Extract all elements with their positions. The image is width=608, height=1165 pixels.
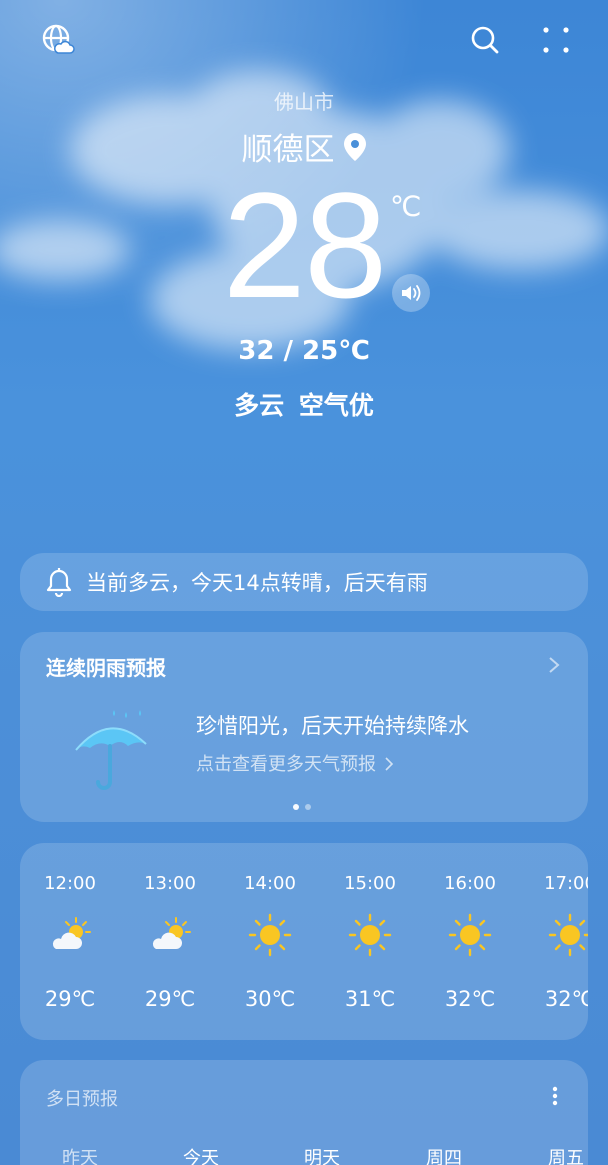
chevron-right-icon[interactable] bbox=[548, 656, 560, 674]
hour-time: 17:00 bbox=[544, 873, 588, 894]
hour-temp: 31℃ bbox=[344, 987, 396, 1011]
hour-temp: 29℃ bbox=[144, 987, 196, 1011]
hour-temp: 32℃ bbox=[444, 987, 496, 1011]
location-pin-icon bbox=[343, 132, 366, 161]
current-temperature: 28 bbox=[222, 161, 388, 329]
speaker-icon[interactable] bbox=[392, 274, 430, 312]
weather-condition: 多云 bbox=[234, 391, 285, 420]
daily-forecast-title: 多日预报 bbox=[46, 1089, 118, 1110]
day-label: 今天 bbox=[183, 1148, 219, 1165]
air-quality[interactable]: 空气优 bbox=[299, 391, 374, 420]
sun-icon bbox=[348, 913, 392, 957]
bell-icon bbox=[46, 568, 72, 597]
hour-time: 14:00 bbox=[244, 873, 296, 894]
hour-time: 15:00 bbox=[344, 873, 396, 894]
top-bar bbox=[0, 0, 608, 80]
hour-temp: 30℃ bbox=[244, 987, 296, 1011]
rain-forecast-message: 珍惜阳光，后天开始持续降水 bbox=[196, 714, 469, 738]
hour-temp: 29℃ bbox=[44, 987, 96, 1011]
day-label: 周五 bbox=[548, 1148, 584, 1165]
temperature-unit: ℃ bbox=[390, 190, 422, 223]
rain-forecast-card[interactable]: 连续阴雨预报 珍惜阳光，后天开始持续降水 点击查看更多天气预报 bbox=[20, 632, 588, 822]
partly-cloudy-icon bbox=[152, 917, 191, 949]
globe-cloud-icon[interactable] bbox=[36, 18, 80, 62]
alert-text: 当前多云，今天14点转晴，后天有雨 bbox=[86, 571, 428, 595]
more-forecast-link-label: 点击查看更多天气预报 bbox=[196, 754, 376, 775]
hourly-forecast-card[interactable]: 12:00 29℃ 13:00 29℃ 14:00 30℃ 15:00 31℃ … bbox=[20, 843, 588, 1040]
city-name: 佛山市 bbox=[274, 90, 334, 114]
partly-cloudy-icon bbox=[52, 917, 91, 949]
temperature-range: 32 / 25℃ bbox=[238, 336, 370, 366]
page-dot bbox=[293, 804, 299, 810]
condition-line: 多云 空气优 bbox=[0, 386, 608, 422]
weather-alert-card[interactable]: 当前多云，今天14点转晴，后天有雨 bbox=[20, 553, 588, 611]
hour-time: 13:00 bbox=[144, 873, 196, 894]
search-icon[interactable] bbox=[463, 18, 507, 62]
more-grid-icon[interactable] bbox=[534, 18, 578, 62]
day-label: 明天 bbox=[304, 1148, 340, 1165]
page-dot bbox=[305, 804, 311, 810]
more-forecast-link[interactable]: 点击查看更多天气预报 bbox=[196, 750, 394, 776]
chevron-right-icon bbox=[385, 757, 393, 771]
sun-icon bbox=[248, 913, 292, 957]
sun-icon bbox=[548, 913, 588, 957]
hour-time: 12:00 bbox=[44, 873, 96, 894]
hour-temp: 32℃ bbox=[544, 987, 588, 1011]
umbrella-rain-icon bbox=[75, 710, 147, 790]
day-label: 昨天 bbox=[62, 1148, 98, 1165]
more-vertical-icon[interactable] bbox=[552, 1086, 558, 1106]
day-label: 周四 bbox=[426, 1148, 462, 1165]
rain-forecast-title: 连续阴雨预报 bbox=[46, 656, 166, 680]
page-indicator bbox=[293, 804, 311, 810]
hour-time: 16:00 bbox=[444, 873, 496, 894]
daily-forecast-card[interactable]: 多日预报 昨天 今天 明天 周四 周五 bbox=[20, 1060, 588, 1165]
sun-icon bbox=[448, 913, 492, 957]
